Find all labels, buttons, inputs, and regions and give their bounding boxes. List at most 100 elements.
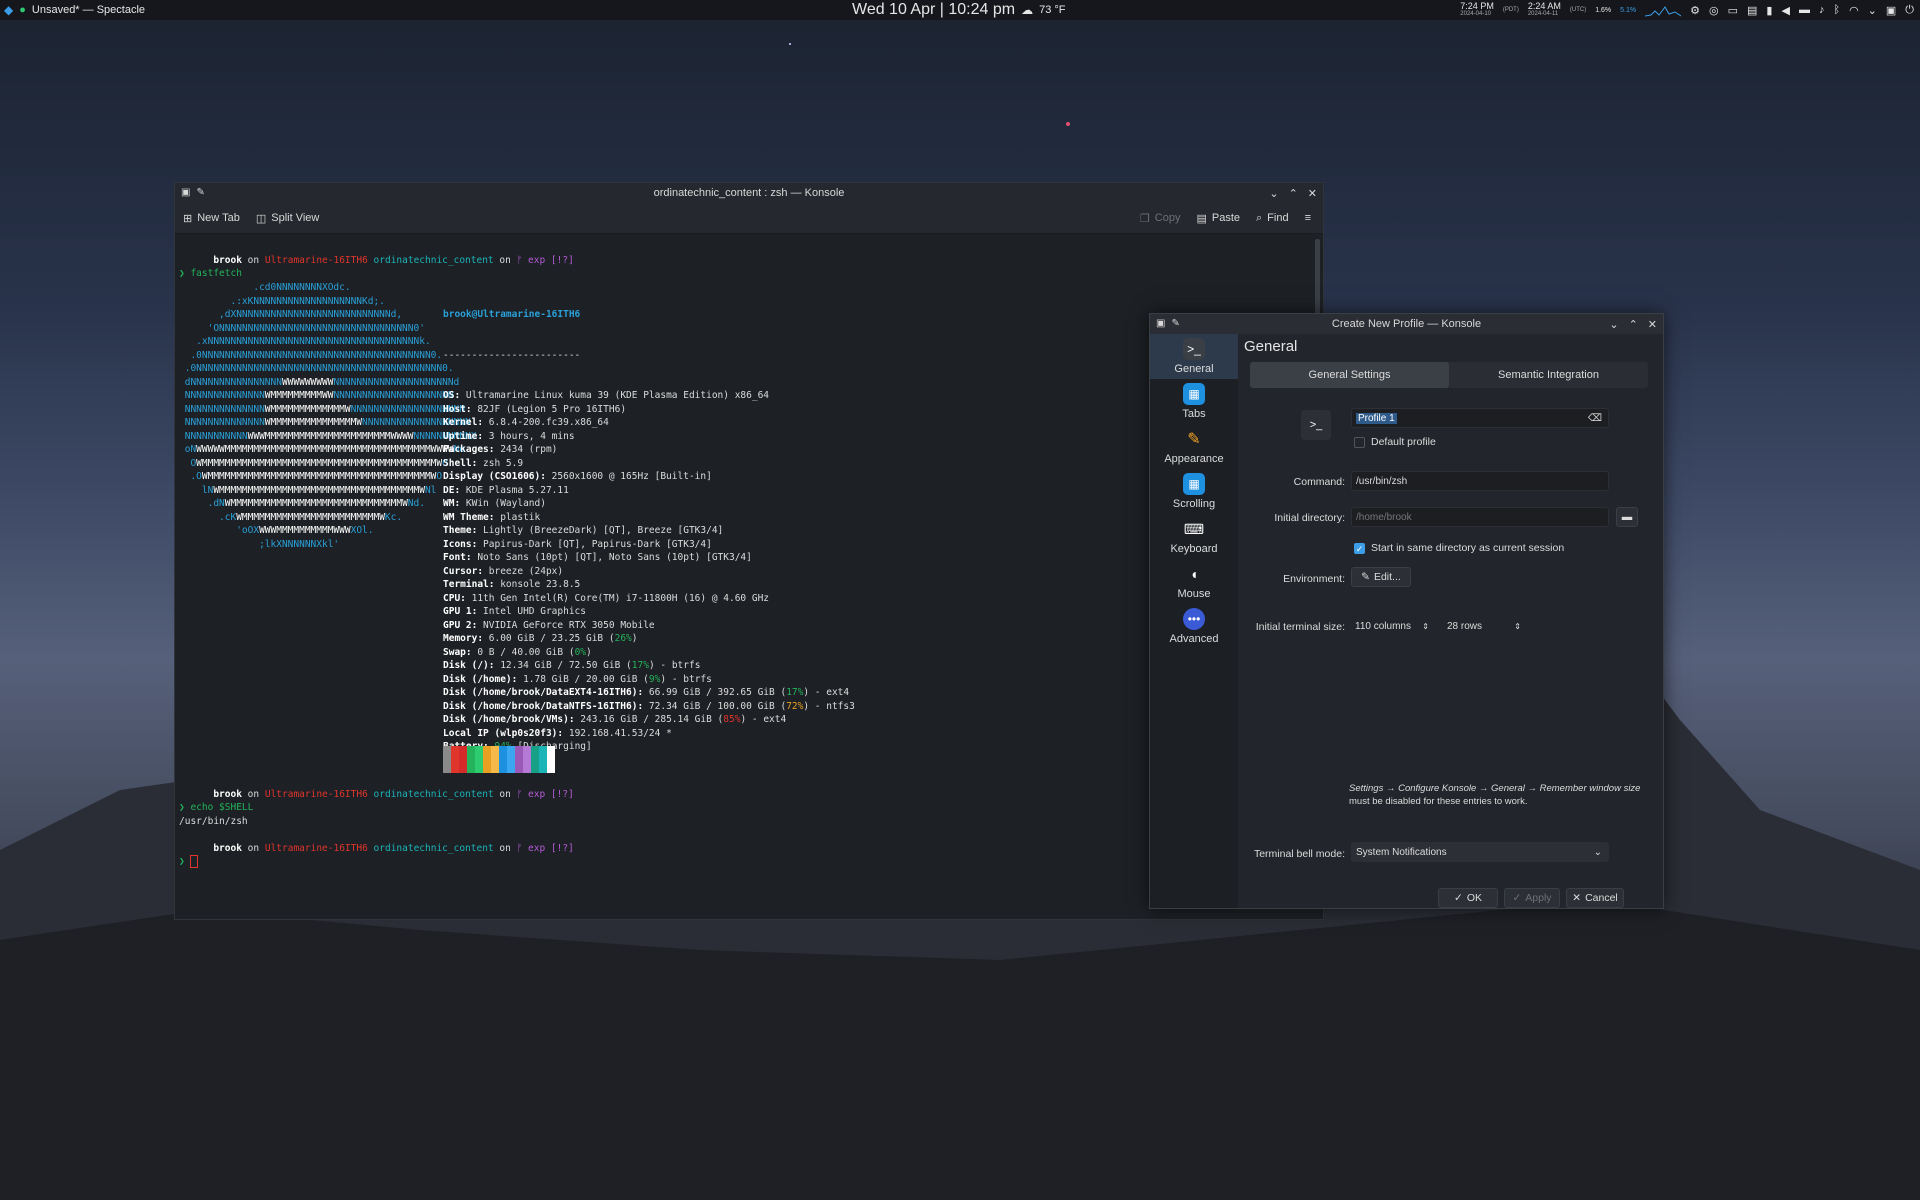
mouse-icon: ◖	[1189, 566, 1199, 582]
profile-name-field[interactable]: Profile 1 ⌫	[1351, 408, 1609, 428]
new-tab-icon: ⊞	[183, 212, 193, 225]
ascii-art-line: .0NNNNNNNNNNNNNNNNNNNNNNNNNNNNNNNNNNNNNN…	[179, 349, 443, 361]
info-row: OS: Ultramarine Linux kuma 39 (KDE Plasm…	[443, 390, 770, 401]
info-row: Disk (/home/brook/DataEXT4-16ITH6): 66.9…	[443, 687, 850, 698]
cancel-button[interactable]: ✕ Cancel	[1566, 888, 1624, 908]
pin-icon[interactable]: ✎	[196, 187, 204, 198]
sidebar-item-general[interactable]: >_ General	[1150, 334, 1238, 379]
default-profile-checkbox[interactable]	[1354, 437, 1365, 448]
tab-semantic-integration[interactable]: Semantic Integration	[1449, 362, 1648, 388]
window-size-note: Settings → Configure Konsole → General →…	[1349, 783, 1641, 807]
clipboard-icon[interactable]: ▤	[1747, 4, 1757, 17]
color-swatch	[539, 746, 547, 773]
environment-edit-button[interactable]: ✎ Edit...	[1351, 567, 1411, 587]
pin-icon[interactable]: ✎	[1171, 318, 1179, 329]
info-row: Packages: 2434 (rpm)	[443, 444, 558, 455]
display-icon[interactable]: ▭	[1728, 4, 1738, 17]
command-label: Command:	[1293, 476, 1345, 488]
terminal-scrollbar[interactable]	[1315, 239, 1320, 319]
terminal-icon: ▣	[181, 187, 191, 198]
clock-pdt[interactable]: 7:24 PM 2024-04-10	[1460, 2, 1494, 18]
paste-button[interactable]: ▤ Paste	[1188, 212, 1248, 225]
bell-mode-label: Terminal bell mode:	[1253, 848, 1345, 860]
sidebar-item-keyboard[interactable]: ⌨ Keyboard	[1150, 514, 1238, 559]
minimize-icon[interactable]: ⌄	[1269, 187, 1278, 200]
maximize-icon[interactable]: ⌃	[1629, 318, 1638, 331]
command-field[interactable]: /usr/bin/zsh	[1351, 471, 1609, 491]
chevron-down-icon[interactable]: ⌄	[1868, 4, 1877, 17]
bell-mode-select[interactable]: System Notifications ⌄	[1351, 842, 1609, 862]
info-row: Disk (/home/brook/VMs): 243.16 GiB / 285…	[443, 714, 787, 725]
close-icon[interactable]: ✕	[1308, 187, 1317, 200]
vpn-icon[interactable]: ◎	[1709, 4, 1719, 17]
browse-folder-button[interactable]: ▬	[1616, 507, 1638, 527]
terminal-icon: ▣	[1156, 318, 1166, 329]
prompt-line-3: brook on Ultramarine-16ITH6 ordinatechni…	[179, 842, 574, 868]
active-window-title[interactable]: Unsaved* — Spectacle	[32, 4, 145, 16]
sidebar-item-advanced[interactable]: ••• Advanced	[1150, 604, 1238, 649]
app-launcher-icon[interactable]: ◆	[4, 3, 13, 17]
rows-spinbox[interactable]: 28 rows ⇕	[1443, 616, 1523, 636]
info-row: GPU 1: Intel UHD Graphics	[443, 606, 586, 617]
info-row: Memory: 6.00 GiB / 23.25 GiB (26%)	[443, 633, 638, 644]
new-tab-button[interactable]: ⊞ New Tab	[175, 212, 248, 225]
maximize-icon[interactable]: ⌃	[1289, 187, 1298, 200]
sidebar-item-mouse[interactable]: ◖ Mouse	[1150, 559, 1238, 604]
sidebar-item-appearance[interactable]: ✎ Appearance	[1150, 424, 1238, 469]
chevron-down-icon: ⌄	[1593, 846, 1602, 858]
same-directory-label: Start in same directory as current sessi…	[1371, 542, 1565, 554]
check-icon: ✓	[1512, 892, 1522, 904]
info-row: DE: KDE Plasma 5.27.11	[443, 484, 569, 496]
battery-icon[interactable]: ▬	[1799, 4, 1810, 16]
copy-button[interactable]: ❐ Copy	[1132, 212, 1189, 225]
close-icon[interactable]: ✕	[1648, 318, 1657, 331]
hamburger-menu-button[interactable]: ≡	[1297, 212, 1319, 224]
lock-icon[interactable]: ▣	[1886, 4, 1896, 17]
microphone-icon[interactable]: ♪	[1819, 4, 1825, 16]
bluetooth-icon[interactable]: ᛒ	[1833, 4, 1840, 16]
clock-utc-tz: (UTC)	[1569, 7, 1587, 13]
ok-button[interactable]: ✓ OK	[1438, 888, 1498, 908]
power-icon[interactable]: ⏻	[1905, 4, 1914, 17]
spin-icon[interactable]: ⇕	[1514, 622, 1521, 631]
minimize-icon[interactable]: ⌄	[1609, 318, 1618, 331]
spin-icon[interactable]: ⇕	[1422, 622, 1429, 631]
info-row: Display (CSO1606): 2560x1600 @ 165Hz [Bu…	[443, 471, 712, 482]
find-button[interactable]: ⌕ Find	[1248, 212, 1297, 225]
sidebar-item-scrolling[interactable]: ▦ Scrolling	[1150, 469, 1238, 514]
volume-icon[interactable]: ◀	[1781, 4, 1789, 17]
color-swatch	[467, 746, 475, 773]
wifi-icon[interactable]: ◠	[1849, 4, 1859, 17]
konsole-titlebar[interactable]: ▣ ✎ ordinatechnic_content : zsh — Konsol…	[175, 183, 1323, 203]
columns-spinbox[interactable]: 110 columns ⇕	[1351, 616, 1431, 636]
profile-icon-button[interactable]: >_	[1301, 410, 1331, 440]
color-swatch	[515, 746, 523, 773]
search-icon: ⌕	[1256, 211, 1263, 224]
weather-temp[interactable]: 73 °F	[1039, 4, 1065, 16]
paint-icon: ✎	[1187, 431, 1201, 448]
initial-directory-label: Initial directory:	[1274, 512, 1345, 524]
clock-utc[interactable]: 2:24 AM 2024-04-11	[1528, 2, 1561, 18]
apply-button[interactable]: ✓ Apply	[1504, 888, 1560, 908]
sidebar-item-tabs[interactable]: ▦ Tabs	[1150, 379, 1238, 424]
network-graph-icon[interactable]	[1645, 3, 1682, 17]
ascii-art-line: .dNWMMMMMMMMMMMMMMMMMMMMMMMMMMMMMMWNd.	[179, 498, 425, 509]
split-view-button[interactable]: ◫ Split View	[248, 212, 328, 225]
cpu-load-b: 5.1%	[1620, 6, 1637, 14]
color-swatch	[507, 746, 515, 773]
info-row: WM: KWin (Wayland)	[443, 498, 546, 509]
same-directory-checkbox[interactable]: ✓	[1354, 543, 1365, 554]
dialog-titlebar[interactable]: ▣ ✎ Create New Profile — Konsole ⌄ ⌃ ✕	[1150, 314, 1663, 334]
color-swatch	[475, 746, 483, 773]
storage-icon[interactable]: ▮	[1766, 4, 1772, 17]
initial-directory-field[interactable]: /home/brook	[1351, 507, 1609, 527]
settings-icon[interactable]: ⚙	[1690, 4, 1700, 17]
split-view-icon: ◫	[255, 212, 267, 225]
ascii-art-line: .cKWMMMMMMMMMMMMMMMMMMMMMMMMWKc.	[179, 511, 403, 523]
tab-general-settings[interactable]: General Settings	[1250, 362, 1449, 388]
ascii-art-line: .:xKNNNNNNNNNNNNNNNNNNNKd;.	[179, 295, 385, 307]
info-row: Terminal: konsole 23.8.5	[443, 579, 581, 590]
default-profile-label: Default profile	[1371, 436, 1436, 448]
datetime[interactable]: Wed 10 Apr | 10:24 pm	[852, 1, 1015, 19]
clear-icon[interactable]: ⌫	[1588, 413, 1602, 424]
